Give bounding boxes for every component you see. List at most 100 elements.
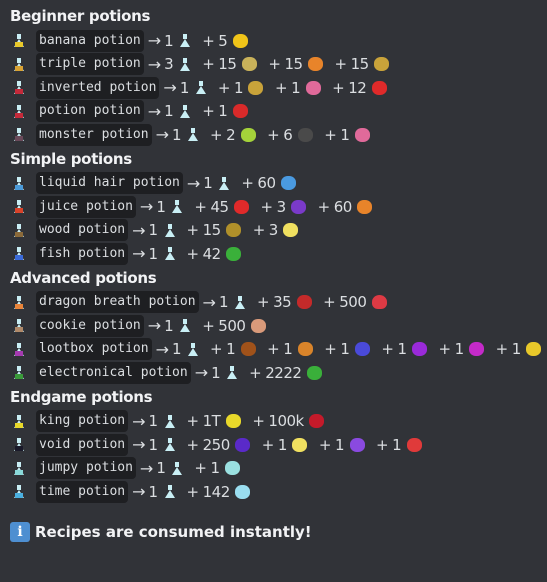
ruby-icon: [308, 412, 326, 430]
arrow-icon: →: [132, 220, 146, 240]
hair-icon: [280, 174, 298, 192]
uncommon-lootbox-icon: [296, 340, 314, 358]
ingredient-quantity: 45: [210, 197, 229, 216]
coin-icon: [224, 412, 242, 430]
recipe-row: king potion → 1 +1T +100k: [10, 410, 547, 434]
recipe-row: fish potion → 1 +42: [10, 242, 547, 266]
recipe-row: void potion → 1 +250 +1 +1 +1: [10, 433, 547, 457]
output-quantity: 1: [148, 244, 159, 263]
red-potion-icon: [231, 102, 249, 120]
golden-seed-icon-shape: [283, 223, 299, 238]
inverted-potion-icon: [10, 79, 28, 97]
ingredient-quantity: 100k: [268, 412, 304, 431]
ingredient-quantity: 1: [340, 340, 350, 359]
arrow-icon: →: [163, 78, 177, 98]
recipe-row: dragon breath potion → 1 +35 +500: [10, 291, 547, 315]
fish-icon: [225, 245, 243, 263]
potion-liquid: [15, 65, 23, 71]
section-title: Endgame potions: [10, 387, 153, 406]
ingredient-quantity: 1: [397, 340, 407, 359]
plus-sign: +: [381, 340, 394, 359]
plus-sign: +: [249, 363, 262, 382]
ingredient-quantity: 15: [218, 55, 237, 74]
flask-icon: [180, 104, 191, 118]
banana-icon: [231, 32, 249, 50]
ingredient-quantity: 35: [273, 293, 292, 312]
ingredient-quantity: 15: [350, 55, 370, 74]
omega-lootbox-icon: [525, 340, 543, 358]
hair-icon-shape: [281, 176, 297, 191]
triple-potion-icon: [10, 55, 28, 73]
plus-sign: +: [257, 293, 270, 312]
recipe-row: lootbox potion → 1 +1 +1 +1 +1 +1 +1: [10, 338, 547, 362]
recipe-row: wood potion → 1 +15 +3: [10, 219, 547, 243]
ingredient-quantity: 60: [257, 174, 276, 193]
plus-sign: +: [186, 482, 200, 501]
edgy-lootbox-icon: [468, 340, 486, 358]
section-beginner-potions: Beginner potions banana potion → 1 +5 triple …: [10, 6, 547, 147]
ingredient-quantity: 500: [218, 316, 246, 335]
flask-icon: [188, 342, 199, 356]
potion-name-code: dragon breath potion: [36, 291, 199, 314]
ingredient-quantity: 2: [226, 125, 236, 144]
flask-icon: [172, 461, 183, 475]
output-quantity: 1: [171, 340, 182, 359]
recipe-row: triple potion → 3 +15 +15 +15: [10, 53, 547, 77]
flask-icon: [188, 128, 199, 142]
ingredient-quantity: 1: [233, 78, 244, 97]
recipe-row: inverted potion → 1 +1 +1 +12: [10, 76, 547, 100]
potion-name-code: electronical potion: [36, 361, 191, 384]
potion-name-code: juice potion: [36, 195, 136, 218]
potion-name-code: wood potion: [36, 219, 129, 242]
section-title: Beginner potions: [10, 7, 151, 25]
potion-liquid: [15, 136, 23, 142]
potion-name-code: fish potion: [36, 242, 129, 265]
ingredient-quantity: 1: [277, 435, 288, 454]
plus-sign: +: [495, 340, 509, 359]
potion-liquid: [15, 327, 23, 333]
ruby-icon-shape: [309, 414, 325, 429]
arrow-icon: →: [139, 197, 154, 217]
potion-name-code: void potion: [36, 433, 129, 456]
section-simple-potions: Simple potions liquid hair potion → 1 +60 jui…: [10, 149, 547, 266]
circuit-icon-shape: [306, 365, 322, 380]
arrow-icon: →: [147, 54, 162, 74]
uncommon-lootbox-icon-shape: [297, 342, 313, 357]
recipe-row: potion potion → 1 +1: [10, 100, 547, 124]
purple-worm-icon-shape: [349, 437, 365, 452]
bat-icon-shape: [297, 127, 313, 142]
output-quantity: 1: [148, 482, 159, 501]
potion-name-code: time potion: [36, 480, 129, 503]
bat-icon: [296, 126, 314, 144]
plus-sign: +: [323, 293, 336, 312]
void-orb-icon: [234, 436, 252, 454]
plus-sign: +: [334, 55, 348, 74]
carrot-icon-shape: [357, 199, 373, 214]
epic-lootbox-icon-shape: [412, 342, 428, 357]
arrow-icon: →: [132, 482, 146, 502]
epic-lootbox-icon: [411, 340, 429, 358]
arrow-icon: →: [186, 173, 201, 193]
golden-log-icon: [225, 221, 243, 239]
ingredient-quantity: 5: [218, 31, 228, 50]
golden-seed-icon: [291, 436, 309, 454]
ingredient-quantity: 1: [454, 340, 465, 359]
plus-sign: +: [186, 244, 200, 263]
potion-name-code: cookie potion: [36, 314, 144, 337]
watermelon-icon: [405, 436, 423, 454]
golden-seed-icon-shape: [292, 437, 308, 452]
wood-potion-icon: [10, 221, 28, 239]
plus-sign: +: [260, 197, 274, 216]
flask-icon: [164, 485, 175, 499]
jumpy-potion-icon: [10, 459, 28, 477]
purple-worm-icon: [348, 436, 366, 454]
recipe-row: juice potion → 1 +45 +3 +60: [10, 195, 547, 219]
ingredient-quantity: 12: [348, 78, 367, 97]
ingredient-quantity: 1: [334, 435, 345, 454]
juice-potion-icon: [10, 198, 28, 216]
potion-liquid: [15, 208, 23, 214]
lootbox-potion-icon: [10, 340, 28, 358]
ingredient-quantity: 15: [284, 55, 303, 74]
output-quantity: 1: [164, 102, 174, 121]
plus-sign: +: [324, 340, 337, 359]
